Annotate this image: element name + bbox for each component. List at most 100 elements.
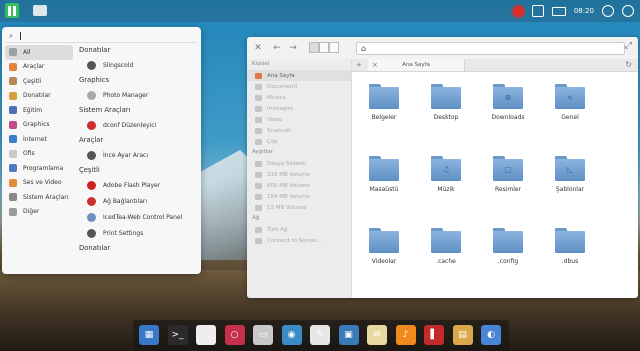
menu-search-field[interactable]: ⌕ [6, 30, 197, 43]
files-icon[interactable]: ▭ [253, 325, 273, 345]
sidebar-item[interactable]: Ana Sayfa [247, 70, 351, 81]
sidebar-item[interactable]: 13 MB Volume [247, 202, 351, 213]
folder-icon [431, 228, 461, 253]
red-app-icon[interactable]: ▌ [424, 325, 444, 345]
update-gear-icon[interactable] [512, 5, 524, 17]
place-icon [255, 171, 262, 178]
clock[interactable]: 08:20 [574, 7, 594, 15]
category-item[interactable]: Eğitim [5, 103, 73, 118]
category-item[interactable]: Ses ve Video [5, 176, 73, 191]
photos-icon[interactable]: ▣ [338, 325, 359, 345]
category-label: Diğer [23, 208, 40, 216]
sidebar-item[interactable]: Tüm Ağ [247, 224, 351, 235]
category-item[interactable]: İnternet [5, 132, 73, 147]
app-item[interactable]: dconf Düzenleyici [79, 117, 197, 133]
sidebar-item[interactable]: Connect to Server... [247, 235, 351, 246]
app-item[interactable]: Photo Manager [79, 87, 197, 103]
dock-glyph: ✉ [373, 330, 381, 340]
folder-item[interactable]: .dbus [540, 228, 600, 265]
category-item[interactable]: Programlama [5, 161, 73, 176]
tab-close-icon[interactable]: + [356, 59, 362, 71]
folder-item[interactable]: Masaüstü [354, 156, 414, 193]
app-item[interactable]: İnce Ayar Aracı [79, 147, 197, 163]
folder-item[interactable]: Videolar [354, 228, 414, 265]
battery-icon[interactable] [551, 6, 566, 16]
close-window-icon[interactable]: ✕ [253, 42, 263, 54]
folder-item[interactable]: ⊕ Downloads [478, 84, 538, 121]
place-icon [255, 72, 262, 79]
section-header: Donatılar [79, 46, 111, 54]
tab-home[interactable]: Ana Sayfa [368, 59, 465, 71]
category-item[interactable]: Ofis [5, 147, 73, 162]
sidebar-item-label: Tüm Ağ [267, 226, 288, 233]
sidebar-item-label: 13 MB Volume [267, 204, 307, 211]
sidebar-item[interactable]: Video [247, 114, 351, 125]
folder-item[interactable]: .config [478, 228, 538, 265]
history-icon[interactable]: ↻ [625, 59, 632, 71]
calendar-icon[interactable] [196, 325, 216, 345]
category-item[interactable]: Çeşitli [5, 74, 73, 89]
home-icon[interactable]: ⌂ [361, 44, 366, 53]
folder-item[interactable]: < Genel [540, 84, 600, 121]
search-app-icon[interactable]: ○ [224, 325, 245, 345]
settings-toggle-icon[interactable]: ◐ [481, 325, 501, 345]
printer-icon [87, 228, 96, 238]
tab-home-label: Ana Sayfa [402, 62, 430, 68]
text-editor-icon[interactable]: ✎ [310, 325, 330, 345]
packages-icon[interactable]: ▤ [452, 325, 473, 345]
mail-icon[interactable]: ✉ [367, 325, 387, 345]
folder-item[interactable]: ◺ Şablonlar [540, 156, 600, 193]
app-item[interactable]: Print Settings [79, 225, 197, 241]
folder-emblem-icon: ⊕ [504, 93, 512, 102]
folder-item[interactable]: ♫ Müzik [416, 156, 476, 193]
category-item[interactable]: Diğer [5, 205, 73, 220]
maximize-icon[interactable]: ⤢ [625, 41, 632, 51]
manjaro-logo-icon[interactable] [5, 3, 19, 18]
category-item[interactable]: Araçlar [5, 60, 73, 75]
sidebar-item[interactable]: Musica [247, 92, 351, 103]
browser-icon[interactable]: ◉ [281, 325, 302, 345]
category-item[interactable]: Sistem Araçları [5, 190, 73, 205]
sidebar-item[interactable]: Immagini [247, 103, 351, 114]
back-arrow-icon[interactable]: ← [271, 42, 283, 54]
folder-name: Masaüstü [369, 186, 399, 193]
place-icon [255, 105, 262, 112]
category-item[interactable]: Graphics [5, 118, 73, 133]
network-icon[interactable] [531, 5, 544, 17]
folder-icon[interactable] [33, 5, 47, 16]
music-icon[interactable]: ♪ [395, 325, 416, 345]
sidebar-item[interactable]: Çöp [247, 136, 351, 147]
folder-item[interactable]: Desktop [416, 84, 476, 121]
terminal-icon[interactable]: >_ [167, 325, 188, 345]
sidebar-item[interactable]: 319 MB Volume [247, 169, 351, 180]
column-view-button[interactable] [329, 42, 339, 53]
multitask-view-icon[interactable]: ▦ [139, 325, 159, 345]
folder-item[interactable]: Belgeler [354, 84, 414, 121]
folder-item[interactable]: ▢ Resimler [478, 156, 538, 193]
sidebar-item[interactable]: 184 MB Volume [247, 191, 351, 202]
tab-x-icon[interactable]: × [372, 59, 378, 71]
system-icon [9, 193, 17, 202]
sidebar-item[interactable]: Documenti [247, 81, 351, 92]
category-item[interactable]: Donatılar [5, 89, 73, 104]
app-item[interactable]: IcedTea-Web Control Panel [79, 209, 197, 225]
sidebar-item[interactable]: Dosya Sistemi [247, 158, 351, 169]
folder-item[interactable]: .cache [416, 228, 476, 265]
category-item[interactable]: All [5, 45, 73, 60]
icon-view-button[interactable] [309, 42, 319, 53]
app-item[interactable]: Slingscold [79, 57, 197, 73]
folder-body [493, 231, 523, 253]
folder-name: Desktop [433, 114, 459, 121]
app-item[interactable]: Adobe Flash Player [79, 177, 197, 193]
power-icon[interactable] [622, 5, 634, 17]
sidebar-item[interactable]: Scaricati [247, 125, 351, 136]
list-view-button[interactable] [319, 42, 329, 53]
category-label: Donatılar [23, 92, 51, 100]
path-bar[interactable]: ⌂ [356, 42, 625, 55]
forward-arrow-icon[interactable]: → [287, 42, 299, 54]
place-icon [255, 237, 262, 244]
category-label: All [23, 48, 31, 56]
app-item[interactable]: Ağ Bağlantıları [79, 193, 197, 209]
sound-icon[interactable] [602, 5, 614, 17]
sidebar-item[interactable]: 805 MB Volume [247, 180, 351, 191]
